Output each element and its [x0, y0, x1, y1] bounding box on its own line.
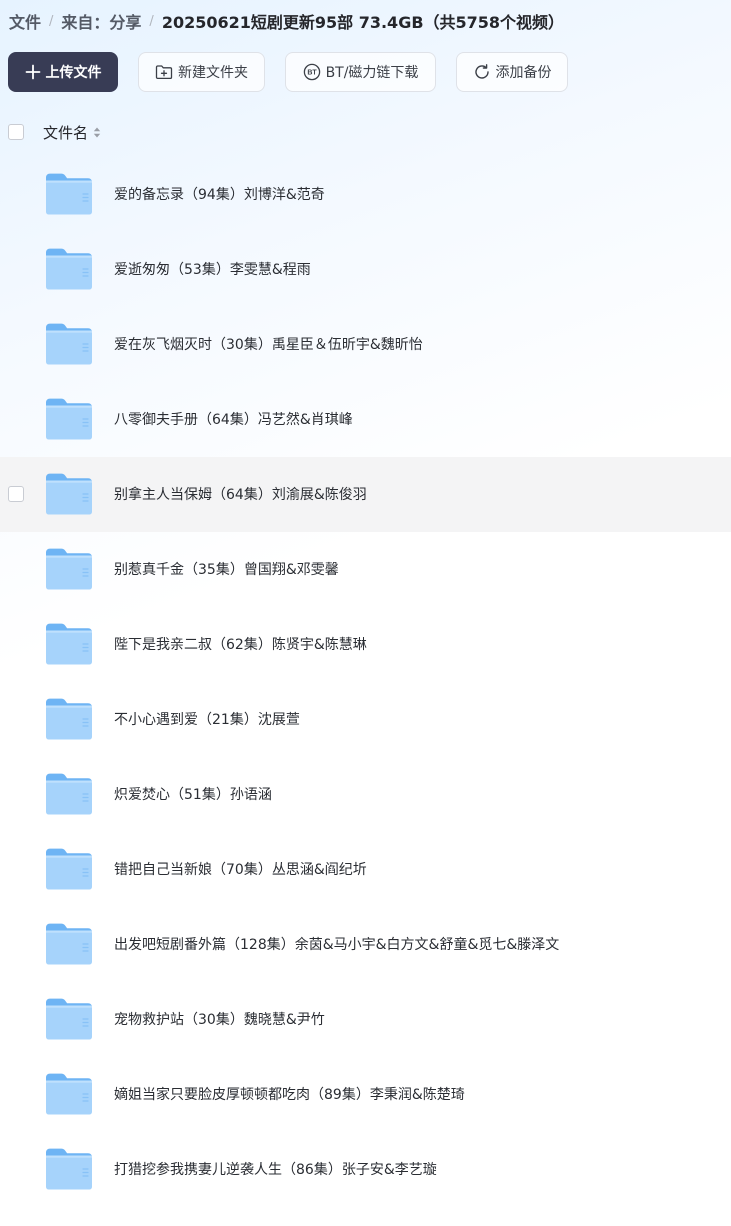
- breadcrumb-root[interactable]: 文件: [9, 9, 41, 33]
- row-checkbox[interactable]: [8, 486, 24, 502]
- file-name[interactable]: 宠物救护站（30集）魏晓慧&尹竹: [114, 1009, 325, 1029]
- list-header: 文件名: [0, 112, 731, 152]
- file-row[interactable]: 出发吧短剧番外篇（128集）余茵&马小宇&白方文&舒童&觅七&滕泽文: [0, 907, 731, 982]
- folder-icon: [46, 1148, 92, 1190]
- file-row[interactable]: 爱逝匆匆（53集）李雯慧&程雨: [0, 232, 731, 307]
- folder-icon: [46, 698, 92, 740]
- folder-icon: [46, 923, 92, 965]
- file-row[interactable]: 爱在灰飞烟灭时（30集）禹星臣＆伍昕宇&魏昕怡: [0, 307, 731, 382]
- bt-magnet-download-label: BT/磁力链下载: [325, 65, 419, 81]
- file-name[interactable]: 爱在灰飞烟灭时（30集）禹星臣＆伍昕宇&魏昕怡: [114, 334, 423, 354]
- breadcrumb-current: 20250621短剧更新95部 73.4GB（共5758个视频）: [161, 13, 565, 32]
- breadcrumb: 文件 / 来自：分享 / 20250621短剧更新95部 73.4GB（共575…: [9, 8, 564, 34]
- folder-icon: [46, 398, 92, 440]
- column-header-name-label: 文件名: [43, 124, 89, 142]
- file-name[interactable]: 错把自己当新娘（70集）丛思涵&阎纪圻: [114, 859, 367, 879]
- breadcrumb-separator: /: [49, 13, 54, 29]
- file-name[interactable]: 别拿主人当保姆（64集）刘渝展&陈俊羽: [114, 484, 367, 504]
- file-name[interactable]: 爱逝匆匆（53集）李雯慧&程雨: [114, 259, 311, 279]
- folder-icon: [46, 998, 92, 1040]
- sync-icon: [473, 63, 491, 81]
- new-folder-button[interactable]: 新建文件夹: [138, 52, 265, 92]
- file-row[interactable]: 嫡姐当家只要脸皮厚顿顿都吃肉（89集）李秉润&陈楚琦: [0, 1057, 731, 1132]
- file-row[interactable]: 爱的备忘录（94集）刘博洋&范奇: [0, 157, 731, 232]
- file-row[interactable]: 别拿主人当保姆（64集）刘渝展&陈俊羽: [0, 457, 731, 532]
- breadcrumb-separator: /: [149, 13, 154, 29]
- file-row[interactable]: 打猎挖参我携妻儿逆袭人生（86集）张子安&李艺璇: [0, 1132, 731, 1207]
- folder-icon: [46, 173, 92, 215]
- file-row[interactable]: 错把自己当新娘（70集）丛思涵&阎纪圻: [0, 832, 731, 907]
- folder-icon: [46, 473, 92, 515]
- folder-plus-icon: [155, 64, 173, 80]
- file-name[interactable]: 炽爱焚心（51集）孙语涵: [114, 784, 272, 804]
- file-row[interactable]: 炽爱焚心（51集）孙语涵: [0, 757, 731, 832]
- folder-icon: [46, 848, 92, 890]
- file-name[interactable]: 爱的备忘录（94集）刘博洋&范奇: [114, 184, 325, 204]
- bt-icon: BT: [303, 63, 321, 81]
- upload-button-label: 上传文件: [45, 65, 102, 81]
- file-row[interactable]: 不小心遇到爱（21集）沈展萱: [0, 682, 731, 757]
- file-name[interactable]: 嫡姐当家只要脸皮厚顿顿都吃肉（89集）李秉润&陈楚琦: [114, 1084, 465, 1104]
- file-row[interactable]: 八零御夫手册（64集）冯艺然&肖琪峰: [0, 382, 731, 457]
- sort-icon[interactable]: [93, 126, 101, 139]
- folder-icon: [46, 1073, 92, 1115]
- add-backup-label: 添加备份: [495, 65, 552, 81]
- file-row[interactable]: 陛下是我亲二叔（62集）陈贤宇&陈慧琳: [0, 607, 731, 682]
- add-backup-button[interactable]: 添加备份: [456, 52, 568, 92]
- file-name[interactable]: 打猎挖参我携妻儿逆袭人生（86集）张子安&李艺璇: [114, 1159, 437, 1179]
- plus-icon: [25, 64, 41, 80]
- folder-icon: [46, 548, 92, 590]
- breadcrumb-source[interactable]: 来自：分享: [61, 9, 141, 33]
- folder-icon: [46, 623, 92, 665]
- column-header-name[interactable]: 文件名: [43, 122, 101, 143]
- svg-text:BT: BT: [307, 70, 317, 77]
- select-all-checkbox[interactable]: [8, 124, 24, 140]
- folder-icon: [46, 773, 92, 815]
- file-name[interactable]: 不小心遇到爱（21集）沈展萱: [114, 709, 300, 729]
- toolbar: 上传文件 新建文件夹 BT BT/磁力链下载 添加备份: [8, 52, 588, 92]
- folder-icon: [46, 323, 92, 365]
- file-name[interactable]: 别惹真千金（35集）曾国翔&邓雯馨: [114, 559, 339, 579]
- file-list: 爱的备忘录（94集）刘博洋&范奇 爱逝匆匆（53集）李雯慧&程雨 爱在灰飞烟灭时…: [0, 157, 731, 1207]
- file-name[interactable]: 八零御夫手册（64集）冯艺然&肖琪峰: [114, 409, 353, 429]
- file-row[interactable]: 宠物救护站（30集）魏晓慧&尹竹: [0, 982, 731, 1057]
- upload-button[interactable]: 上传文件: [8, 52, 118, 92]
- file-row[interactable]: 别惹真千金（35集）曾国翔&邓雯馨: [0, 532, 731, 607]
- file-name[interactable]: 陛下是我亲二叔（62集）陈贤宇&陈慧琳: [114, 634, 367, 654]
- file-name[interactable]: 出发吧短剧番外篇（128集）余茵&马小宇&白方文&舒童&觅七&滕泽文: [114, 934, 559, 954]
- folder-icon: [46, 248, 92, 290]
- bt-magnet-download-button[interactable]: BT BT/磁力链下载: [285, 52, 436, 92]
- new-folder-button-label: 新建文件夹: [178, 65, 248, 81]
